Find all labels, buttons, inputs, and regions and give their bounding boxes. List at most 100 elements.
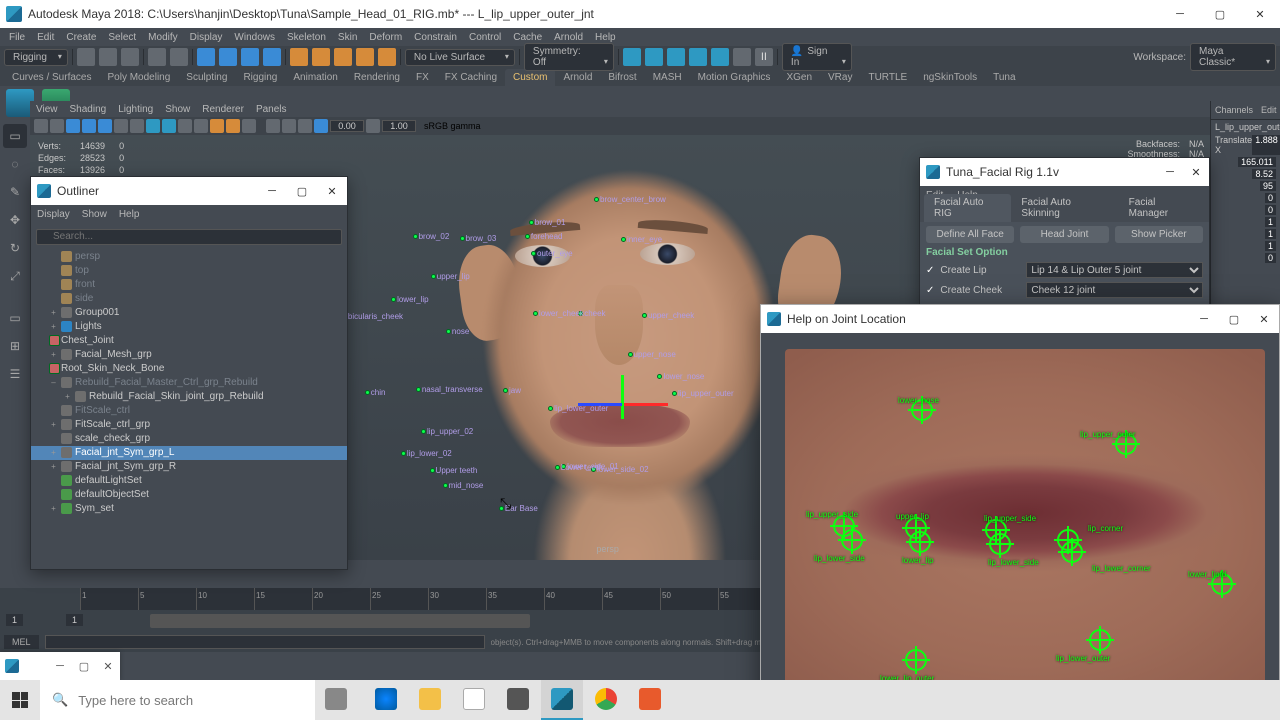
outliner-item[interactable]: +Facial_jnt_Sym_grp_R [31,460,347,474]
outliner-item[interactable]: defaultObjectSet [31,488,347,502]
taskbar-search[interactable]: 🔍 Type here to search [40,680,315,720]
expand-icon[interactable]: + [49,420,58,429]
head-joint-button[interactable]: Head Joint [1020,226,1108,243]
menu-skeleton[interactable]: Skeleton [282,30,331,45]
outliner-item[interactable]: –Rebuild_Facial_Master_Ctrl_grp_Rebuild [31,376,347,390]
vp-menu-show[interactable]: Show [165,104,190,115]
vp-icon[interactable] [34,119,48,133]
channel-attr[interactable]: 8.52 [1211,168,1280,180]
minimize-button[interactable]: ─ [48,660,72,673]
expand-icon[interactable]: + [49,308,58,317]
lip-joint-select[interactable]: Lip 14 & Lip Outer 5 joint [1026,262,1203,278]
outliner-item[interactable]: +Root_Skin_Neck_Bone [31,362,347,376]
snap-surface-icon[interactable] [378,48,396,66]
move-tool[interactable]: ✥ [3,208,27,232]
channel-attr[interactable]: 165.011 [1211,156,1280,168]
layout-outliner[interactable]: ☰ [3,362,27,386]
vp-icon[interactable] [366,119,380,133]
vp-menu-view[interactable]: View [36,104,58,115]
store-app[interactable] [453,680,495,720]
open-scene-icon[interactable] [99,48,117,66]
define-face-button[interactable]: Define All Face [926,226,1014,243]
range-cur[interactable]: 1 [66,614,83,626]
close-button[interactable]: ✕ [317,177,347,205]
command-input[interactable] [45,635,485,649]
menu-control[interactable]: Control [464,30,506,45]
hierarchy-mode-icon[interactable] [241,48,259,66]
vp-icon[interactable] [266,119,280,133]
expand-icon[interactable]: + [63,392,72,401]
vp-number2[interactable]: 1.00 [382,120,416,132]
shelf-tab[interactable]: Arnold [555,69,600,86]
task-view[interactable] [315,680,357,720]
expand-icon[interactable]: + [49,448,58,457]
shelf-tab[interactable]: FX Caching [437,69,505,86]
expand-icon[interactable]: + [49,504,58,513]
expand-icon[interactable]: + [49,322,58,331]
channel-attr[interactable]: 0 [1211,192,1280,204]
shelf-tab[interactable]: Sculpting [178,69,235,86]
layout-single[interactable]: ▭ [3,306,27,330]
vp-menu-shading[interactable]: Shading [70,104,107,115]
outliner-menu-help[interactable]: Help [119,209,140,220]
minimize-button[interactable]: ─ [1157,158,1183,186]
symmetry-dropdown[interactable]: Symmetry: Off [524,43,614,71]
outliner-item[interactable]: +Sym_set [31,502,347,516]
tuna-tab[interactable]: Facial Manager [1119,194,1205,222]
redo-icon[interactable] [170,48,188,66]
shelf-tab[interactable]: ngSkinTools [915,69,985,86]
shelf-tab[interactable]: TURTLE [860,69,915,86]
tuna-tab[interactable]: Facial Auto RIG [924,194,1011,222]
component-mode-icon[interactable] [219,48,237,66]
tuna-tab[interactable]: Facial Auto Skinning [1011,194,1118,222]
menu-modify[interactable]: Modify [143,30,182,45]
outliner-item[interactable]: +Facial_Mesh_grp [31,348,347,362]
select-mode-icon[interactable] [197,48,215,66]
channel-attr[interactable]: 95 [1211,180,1280,192]
shelf-tab[interactable]: Rigging [235,69,285,86]
create-cheek-check[interactable]: ✓ [926,285,934,296]
expand-icon[interactable]: + [49,336,58,345]
hypershade-icon[interactable] [711,48,729,66]
expand-icon[interactable]: + [49,350,58,359]
menu-skin[interactable]: Skin [333,30,362,45]
channel-attr[interactable]: 0 [1211,252,1280,264]
shelf-tab[interactable]: Rendering [346,69,408,86]
shelf-tab[interactable]: Curves / Surfaces [4,69,99,86]
ipr-icon[interactable] [645,48,663,66]
scale-tool[interactable]: ⤢ [3,264,27,288]
vp-icon[interactable] [50,119,64,133]
shelf-tab[interactable]: Poly Modeling [99,69,178,86]
rotate-tool[interactable]: ↻ [3,236,27,260]
outliner-menu-show[interactable]: Show [82,209,107,220]
vp-icon[interactable] [194,119,208,133]
chan-menu[interactable]: Channels [1215,105,1253,115]
help-titlebar[interactable]: Help on Joint Location ─ ▢ ✕ [761,305,1279,333]
maximize-button[interactable]: ▢ [1200,0,1240,28]
maya-app[interactable] [541,680,583,720]
close-button[interactable]: ✕ [96,660,120,673]
outliner-item[interactable]: side [31,292,347,306]
vp-icon[interactable] [66,119,80,133]
menu-select[interactable]: Select [103,30,141,45]
move-manipulator-y[interactable] [621,375,624,419]
snap-grid-icon[interactable] [290,48,308,66]
cheek-joint-select[interactable]: Cheek 12 joint [1026,282,1203,298]
outliner-item[interactable]: defaultLightSet [31,474,347,488]
colorspace-dropdown[interactable]: sRGB gamma [418,120,518,132]
outliner-item[interactable]: +Facial_jnt_Sym_grp_L [31,446,347,460]
paint-select-tool[interactable]: ✎ [3,180,27,204]
pause-icon[interactable]: II [755,48,773,66]
shelf-tab[interactable]: Tuna [985,69,1023,86]
expand-icon[interactable]: + [49,364,58,373]
outliner-item[interactable]: +Lights [31,320,347,334]
save-scene-icon[interactable] [121,48,139,66]
camtasia-app[interactable] [629,680,671,720]
channel-attr[interactable]: 0 [1211,204,1280,216]
range-start[interactable]: 1 [6,614,23,626]
signin-dropdown[interactable]: 👤Sign In [782,43,852,71]
channel-attr[interactable]: Translate X1.888 [1211,134,1280,156]
explorer-app[interactable] [409,680,451,720]
vp-icon[interactable] [226,119,240,133]
menu-constrain[interactable]: Constrain [409,30,462,45]
